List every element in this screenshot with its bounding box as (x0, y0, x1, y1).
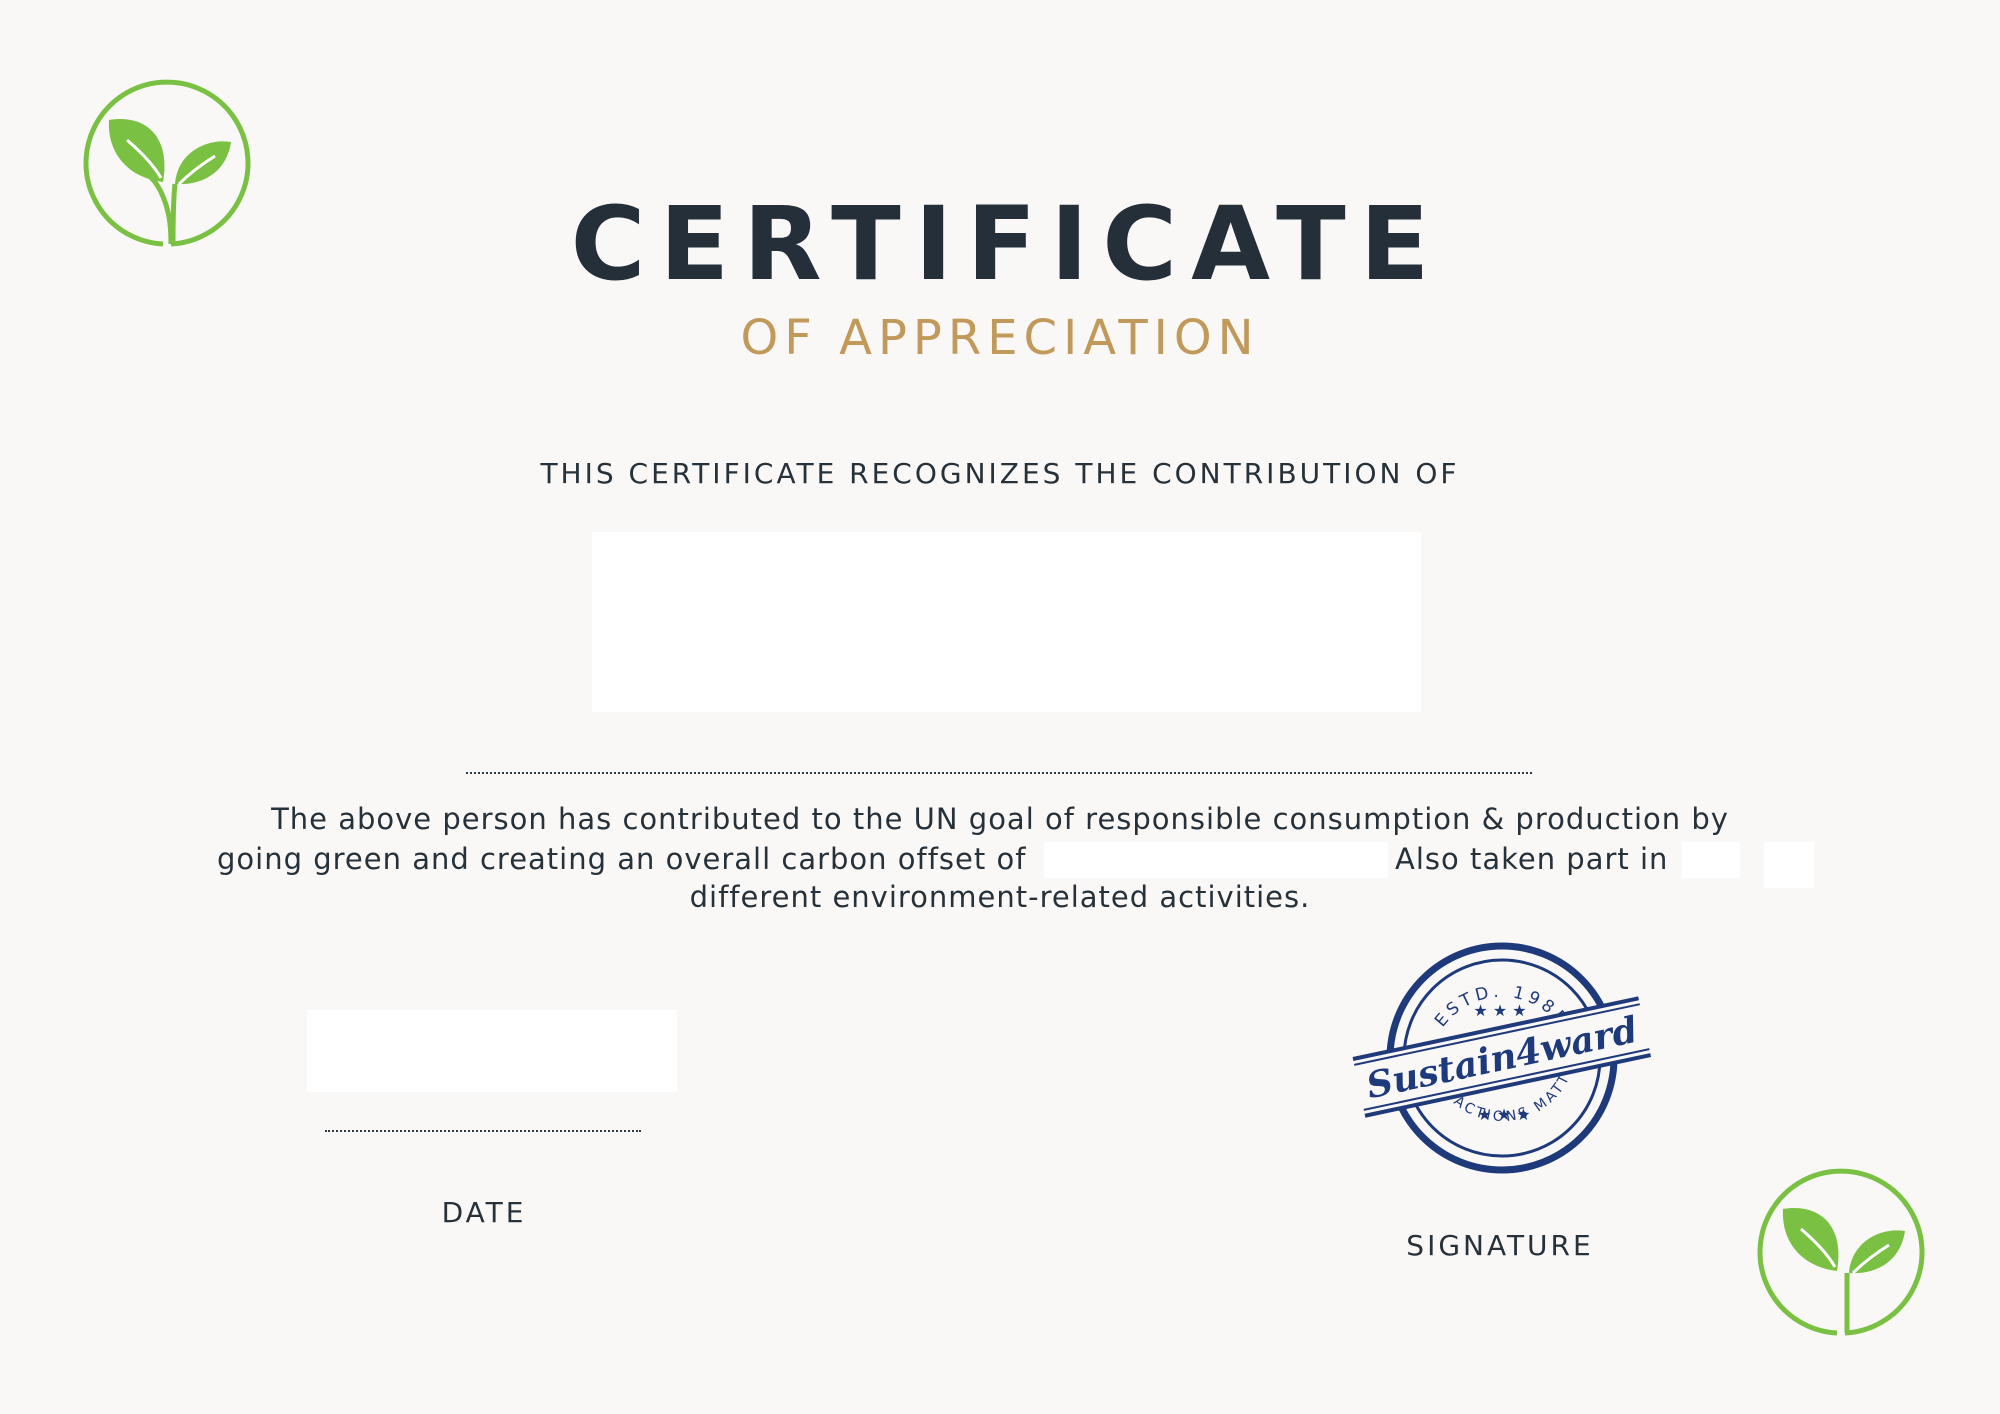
stamp-brand: Sustain4ward (1363, 1009, 1641, 1107)
body-text-line-2-start: going green and creating an overall carb… (217, 842, 1027, 876)
star-icon: ★ ★ ★ (1473, 1001, 1526, 1020)
sustain4ward-stamp-icon: ESTD. 1985 YOUR ACTIONS MATTER ★ ★ ★ ★ ★… (1352, 924, 1652, 1174)
activities-count-field (1682, 842, 1740, 878)
certificate-subtitle: OF APPRECIATION (740, 310, 1260, 366)
body-text-line-1: The above person has contributed to the … (271, 802, 1729, 836)
recognizes-text: THIS CERTIFICATE RECOGNIZES THE CONTRIBU… (540, 457, 1460, 490)
star-icon: ★ ★ ★ (1477, 1105, 1530, 1124)
signature-label: SIGNATURE (1406, 1229, 1594, 1262)
leaf-logo-icon (1757, 1168, 1925, 1336)
date-dotted-line (325, 1130, 641, 1132)
date-label: DATE (441, 1196, 527, 1229)
body-text-line-3: different environment-related activities… (689, 880, 1311, 914)
certificate-title: CERTIFICATE (570, 185, 1444, 304)
body-text-line-2-end: Also taken part in (1395, 842, 1669, 876)
carbon-offset-field (1044, 842, 1388, 878)
name-dotted-line (466, 772, 1532, 774)
date-field (307, 1010, 677, 1092)
recipient-name-field (592, 532, 1421, 712)
